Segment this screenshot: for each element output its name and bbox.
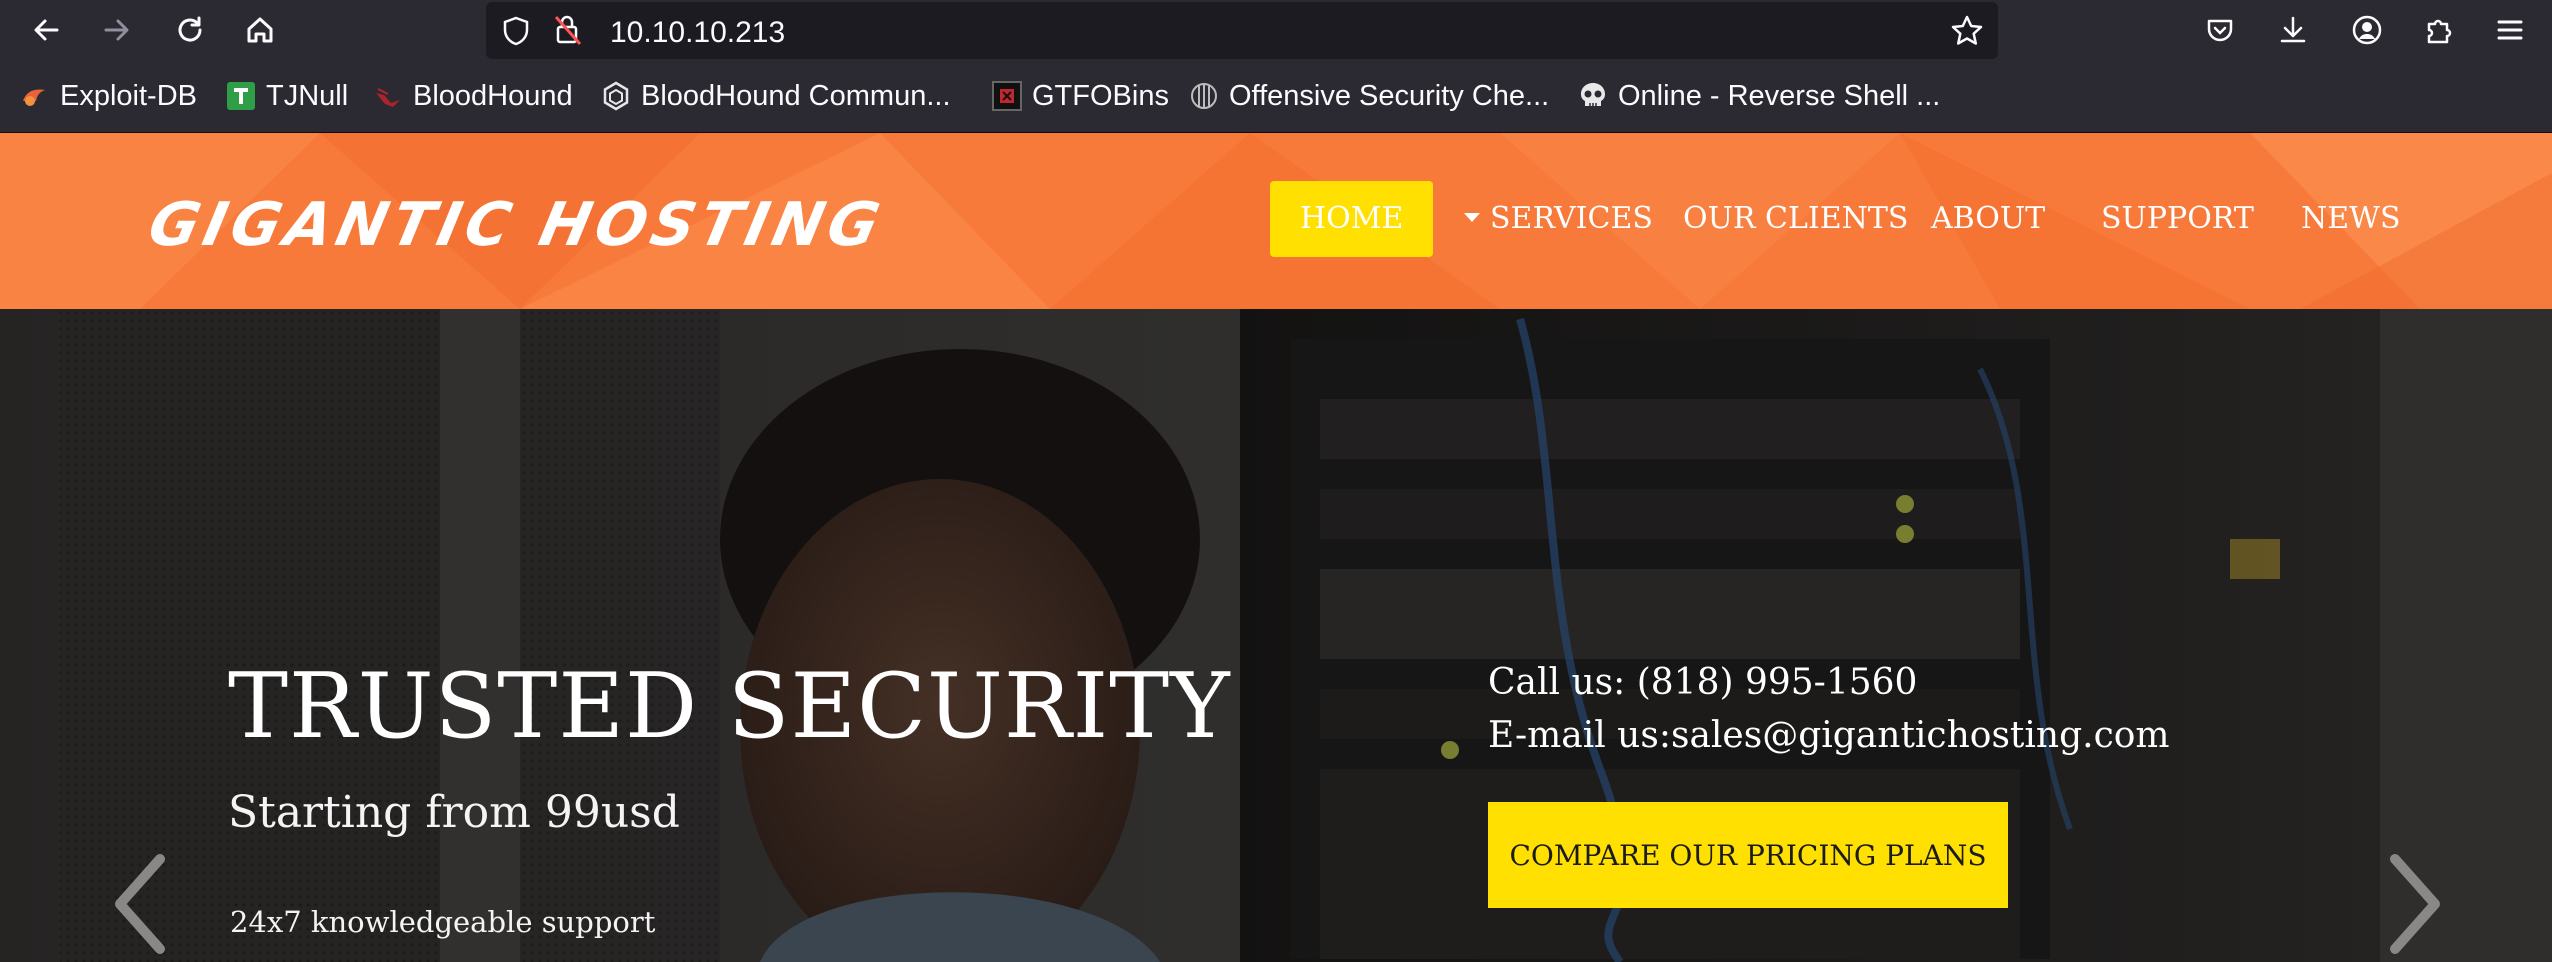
chevron-left-icon xyxy=(115,854,165,954)
offsec-icon xyxy=(1189,81,1219,111)
bookmark-offensive-security[interactable]: Offensive Security Che... xyxy=(1189,78,1549,114)
exploitdb-icon xyxy=(20,81,50,111)
slider-prev-button[interactable] xyxy=(110,854,170,954)
nav-support[interactable]: SUPPORT xyxy=(2101,181,2254,257)
site-logo[interactable]: GIGANTIC HOSTING xyxy=(143,190,891,260)
forward-arrow-icon xyxy=(104,19,129,41)
nav-about[interactable]: ABOUT xyxy=(1931,181,2045,257)
skull-icon xyxy=(1578,81,1608,111)
gtfobins-icon xyxy=(992,81,1022,111)
account-icon xyxy=(2352,15,2382,45)
menu-button[interactable] xyxy=(2490,10,2530,50)
hero-subtitle: Starting from 99usd xyxy=(228,787,680,838)
chevron-right-icon xyxy=(2390,854,2440,954)
home-button[interactable] xyxy=(240,10,280,50)
hero-support-text: 24x7 knowledgeable support xyxy=(230,905,656,939)
hamburger-menu-icon xyxy=(2497,20,2523,40)
bookmark-label: Exploit-DB xyxy=(60,79,197,112)
url-text[interactable]: 10.10.10.213 xyxy=(610,16,785,50)
tjnull-icon xyxy=(226,81,256,111)
bookmark-gtfobins[interactable]: GTFOBins xyxy=(992,78,1169,114)
slider-next-button[interactable] xyxy=(2385,854,2445,954)
extensions-button[interactable] xyxy=(2419,10,2459,50)
bookmark-label: BloodHound Commun... xyxy=(641,79,951,112)
back-button[interactable] xyxy=(26,10,66,50)
nav-home[interactable]: HOME xyxy=(1270,181,1434,257)
bookmarks-bar: Exploit-DB TJNull BloodHound BloodHound … xyxy=(0,60,2552,133)
site-header: GIGANTIC HOSTING HOME SERVICES OUR CLIEN… xyxy=(0,133,2552,309)
bookmark-exploit-db[interactable]: Exploit-DB xyxy=(20,78,197,114)
home-icon xyxy=(247,17,273,43)
bookmark-tjnull[interactable]: TJNull xyxy=(226,78,348,114)
insecure-lock-icon[interactable] xyxy=(552,13,584,47)
bloodhound-icon xyxy=(373,81,403,111)
reload-icon xyxy=(178,16,202,42)
bookmark-reverse-shell[interactable]: Online - Reverse Shell ... xyxy=(1578,78,1940,114)
downloads-button[interactable] xyxy=(2273,10,2313,50)
compare-pricing-button[interactable]: COMPARE OUR PRICING PLANS xyxy=(1488,802,2008,908)
dropdown-caret-icon xyxy=(1464,212,1480,222)
bloodhound-community-icon xyxy=(601,81,631,111)
hero-background-photo xyxy=(0,309,2552,962)
nav-news[interactable]: NEWS xyxy=(2301,181,2401,257)
bookmark-bloodhound-community[interactable]: BloodHound Commun... xyxy=(601,78,951,114)
bookmark-label: TJNull xyxy=(266,79,349,112)
nav-services[interactable]: SERVICES xyxy=(1464,181,1653,257)
pocket-button[interactable] xyxy=(2200,10,2240,50)
bookmark-star-icon[interactable] xyxy=(1950,14,1984,48)
download-icon xyxy=(2280,16,2306,43)
bookmark-label: BloodHound xyxy=(413,79,573,112)
account-button[interactable] xyxy=(2347,10,2387,50)
bookmark-label: Offensive Security Che... xyxy=(1229,79,1550,112)
bookmark-label: Online - Reverse Shell ... xyxy=(1618,79,1941,112)
hero-slider: TRUSTED SECURITY Starting from 99usd 24x… xyxy=(0,309,2552,962)
nav-our-clients[interactable]: OUR CLIENTS xyxy=(1683,181,1908,257)
pocket-icon xyxy=(2207,19,2233,42)
browser-toolbar: 10.10.10.213 xyxy=(0,0,2552,60)
shield-icon xyxy=(503,16,529,46)
back-arrow-icon xyxy=(34,19,59,41)
forward-button[interactable] xyxy=(97,10,137,50)
url-bar[interactable]: 10.10.10.213 xyxy=(486,2,1998,59)
nav-services-label: SERVICES xyxy=(1490,201,1653,236)
contact-email: E-mail us:sales@gigantichosting.com xyxy=(1488,715,2170,756)
hero-title: TRUSTED SECURITY xyxy=(228,654,1231,759)
bookmark-bloodhound[interactable]: BloodHound xyxy=(373,78,573,114)
puzzle-icon xyxy=(2427,19,2452,44)
reload-button[interactable] xyxy=(170,10,210,50)
bookmark-label: GTFOBins xyxy=(1032,79,1169,112)
contact-phone: Call us: (818) 995-1560 xyxy=(1488,662,1918,703)
